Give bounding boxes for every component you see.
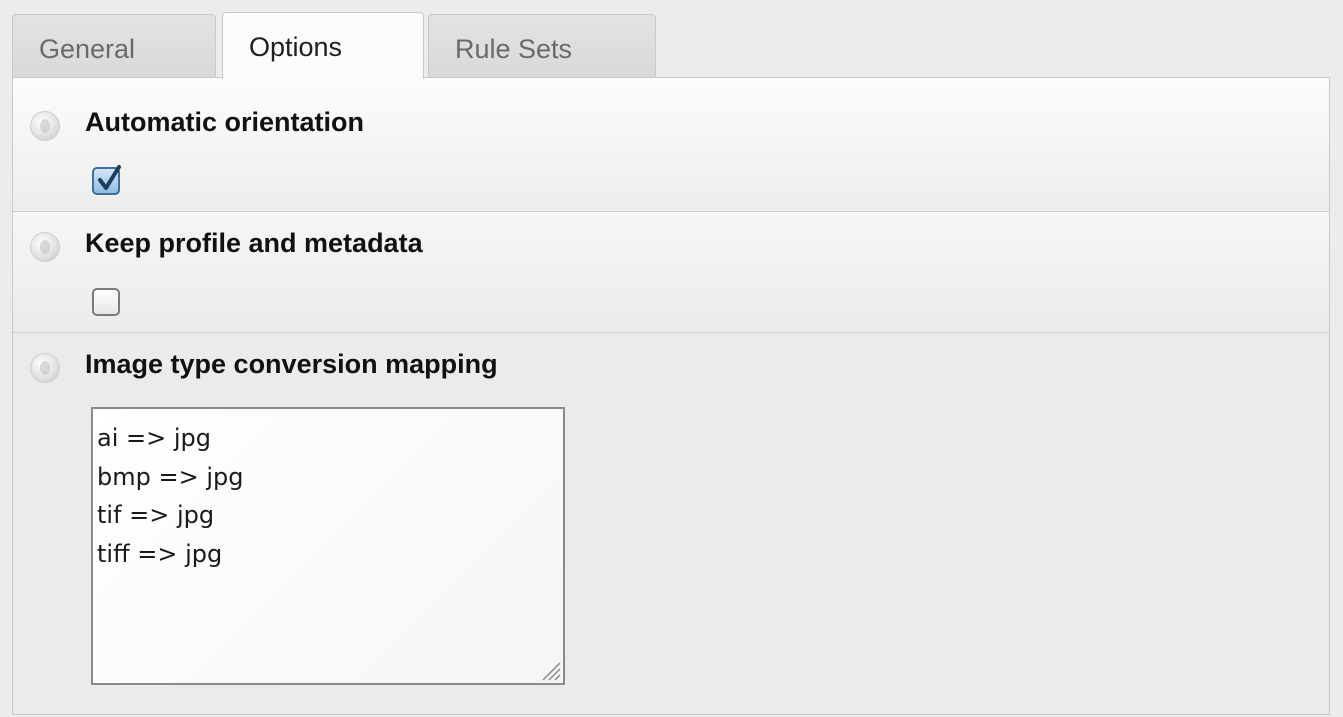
- mapping-line: ai => jpg: [97, 424, 211, 452]
- conversion-mapping-textarea[interactable]: ai => jpg bmp => jpg tif => jpg tiff => …: [91, 407, 565, 685]
- section-title: Image type conversion mapping: [85, 349, 498, 379]
- tab-general[interactable]: General: [12, 14, 216, 78]
- tab-bar: General Options Rule Sets: [12, 12, 1332, 79]
- resize-grip-icon[interactable]: [539, 659, 561, 681]
- options-panel: Automatic orientation Keep profile and m…: [12, 77, 1330, 715]
- mapping-line: tif => jpg: [97, 501, 215, 529]
- help-icon[interactable]: [30, 232, 60, 262]
- section-title: Automatic orientation: [85, 107, 365, 137]
- section-image-type-conversion: Image type conversion mapping ai => jpg …: [13, 333, 1329, 714]
- keep-profile-checkbox[interactable]: [92, 288, 120, 316]
- section-keep-profile-metadata: Keep profile and metadata: [13, 212, 1329, 333]
- mapping-line: bmp => jpg: [97, 462, 244, 491]
- tab-options[interactable]: Options: [222, 12, 424, 79]
- mapping-line: tiff => jpg: [97, 539, 223, 568]
- tab-rule-sets[interactable]: Rule Sets: [428, 14, 656, 78]
- section-title: Keep profile and metadata: [85, 228, 423, 258]
- section-automatic-orientation: Automatic orientation: [13, 78, 1329, 212]
- help-icon[interactable]: [30, 111, 60, 141]
- automatic-orientation-checkbox[interactable]: [92, 165, 121, 195]
- help-icon[interactable]: [30, 353, 60, 383]
- checkmark-icon: [98, 165, 121, 190]
